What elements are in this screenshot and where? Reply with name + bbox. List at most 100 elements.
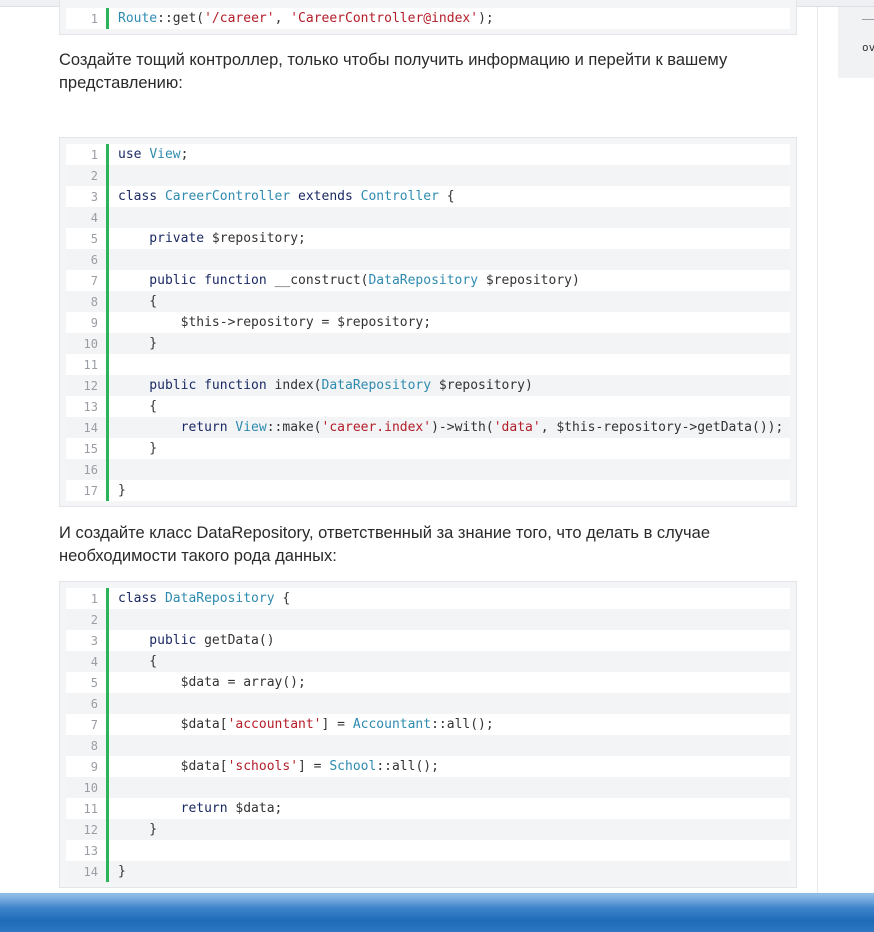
code-line: 5 $data = array(); xyxy=(66,672,790,693)
code-text: use View; xyxy=(118,147,188,162)
code-token: use xyxy=(118,147,150,162)
code-text: public getData() xyxy=(118,633,275,648)
code-lines: 1 use View; 2 3 class CareerController exten… xyxy=(66,144,790,501)
code-line: 8 { xyxy=(66,291,790,312)
code-line: 10 xyxy=(66,777,790,798)
code-token: DataRepository xyxy=(164,591,275,606)
code-token: ; xyxy=(180,147,189,162)
code-token: } xyxy=(118,483,126,498)
code-line: 10 } xyxy=(66,333,790,354)
code-token: { xyxy=(438,189,455,204)
gutter-marker xyxy=(106,333,109,354)
code-line: 13 xyxy=(66,840,790,861)
code-token: 'accountant' xyxy=(227,717,322,732)
line-number: 9 xyxy=(90,759,98,774)
line-number: 16 xyxy=(83,462,98,477)
code-token: class xyxy=(118,591,165,606)
line-number: 14 xyxy=(83,420,98,435)
line-number: 3 xyxy=(90,189,98,204)
line-number: 2 xyxy=(90,168,98,183)
code-line: 12 } xyxy=(66,819,790,840)
line-number: 17 xyxy=(83,483,98,498)
code-line: 9 $data['schools'] = School::all(); xyxy=(66,756,790,777)
gutter-marker xyxy=(106,588,109,609)
code-text: $data['schools'] = School::all(); xyxy=(118,759,439,774)
code-line: 8 xyxy=(66,735,790,756)
gutter-marker xyxy=(106,396,109,417)
line-number: 4 xyxy=(90,654,98,669)
code-token: public xyxy=(118,633,205,648)
code-line: 9 $this->repository = $repository; xyxy=(66,312,790,333)
code-line: 3 public getData() xyxy=(66,630,790,651)
gutter-marker xyxy=(106,819,109,840)
code-text: { xyxy=(118,399,157,414)
line-number: 14 xyxy=(83,864,98,879)
code-token: { xyxy=(118,399,158,414)
code-line: 2 xyxy=(66,609,790,630)
gutter-marker xyxy=(106,270,109,291)
gutter-marker xyxy=(106,312,109,333)
code-token: )->with( xyxy=(431,420,494,435)
code-text: return $data; xyxy=(118,801,283,816)
line-number: 13 xyxy=(83,843,98,858)
code-token: $repository) xyxy=(478,273,580,288)
code-token: , $this-repository->getData()); xyxy=(540,420,784,435)
code-token: CareerController xyxy=(164,189,291,204)
gutter-marker xyxy=(106,756,109,777)
code-text: $data['accountant'] = Accountant::all(); xyxy=(118,717,494,732)
code-line: 5 private $repository; xyxy=(66,228,790,249)
gutter-marker xyxy=(106,417,109,438)
code-token: function xyxy=(204,378,275,393)
line-number: 11 xyxy=(83,357,98,372)
code-token: ::get( xyxy=(157,11,205,26)
code-text: public function __construct(DataReposito… xyxy=(118,273,580,288)
line-number: 13 xyxy=(83,399,98,414)
code-token: DataRepository xyxy=(321,378,432,393)
code-token: ::all(); xyxy=(376,759,439,774)
gutter-marker xyxy=(106,354,109,375)
code-line: 1 class DataRepository { xyxy=(66,588,790,609)
line-number: 10 xyxy=(83,336,98,351)
code-token: extends xyxy=(290,189,361,204)
gutter-marker xyxy=(106,672,109,693)
code-token: ] = xyxy=(298,759,330,774)
code-token: 'data' xyxy=(493,420,541,435)
code-line: 7 public function __construct(DataReposi… xyxy=(66,270,790,291)
code-token: View xyxy=(149,147,181,162)
gutter-marker xyxy=(106,777,109,798)
sidebar-card-text: ov xyxy=(862,41,874,54)
code-text: private $repository; xyxy=(118,231,306,246)
code-token: View xyxy=(235,420,267,435)
code-text: } xyxy=(118,336,157,351)
gutter-marker xyxy=(106,651,109,672)
gutter-marker xyxy=(106,609,109,630)
gutter-marker xyxy=(106,375,109,396)
line-number: 8 xyxy=(90,738,98,753)
code-token: private xyxy=(118,231,212,246)
code-token: getData() xyxy=(204,633,275,648)
sidebar-card[interactable]: ov xyxy=(838,7,874,78)
code-token: public xyxy=(118,273,205,288)
code-line: 11 return $data; xyxy=(66,798,790,819)
gutter-marker xyxy=(106,693,109,714)
code-line: 1 use View; xyxy=(66,144,790,165)
gutter-marker xyxy=(106,798,109,819)
code-block-repository: 1 class DataRepository { 2 3 public getData… xyxy=(59,581,797,888)
line-number: 8 xyxy=(90,294,98,309)
code-token: , xyxy=(274,11,291,26)
code-lines: 1 Route::get('/career', 'CareerController… xyxy=(66,8,790,29)
code-token: Controller xyxy=(360,189,439,204)
os-taskbar[interactable] xyxy=(0,893,874,932)
code-text: $this->repository = $repository; xyxy=(118,315,431,330)
gutter-marker xyxy=(106,249,109,270)
paragraph-controller-intro: Создайте тощий контроллер, только чтобы … xyxy=(59,51,728,92)
code-text: { xyxy=(118,654,157,669)
code-line: 17} xyxy=(66,480,790,501)
code-line: 14 return View::make('career.index')->wi… xyxy=(66,417,790,438)
line-number: 2 xyxy=(90,612,98,627)
gutter-marker xyxy=(106,459,109,480)
code-token: ); xyxy=(478,11,494,26)
code-token: $data[ xyxy=(118,759,228,774)
code-token: School xyxy=(329,759,377,774)
gutter-marker xyxy=(106,165,109,186)
